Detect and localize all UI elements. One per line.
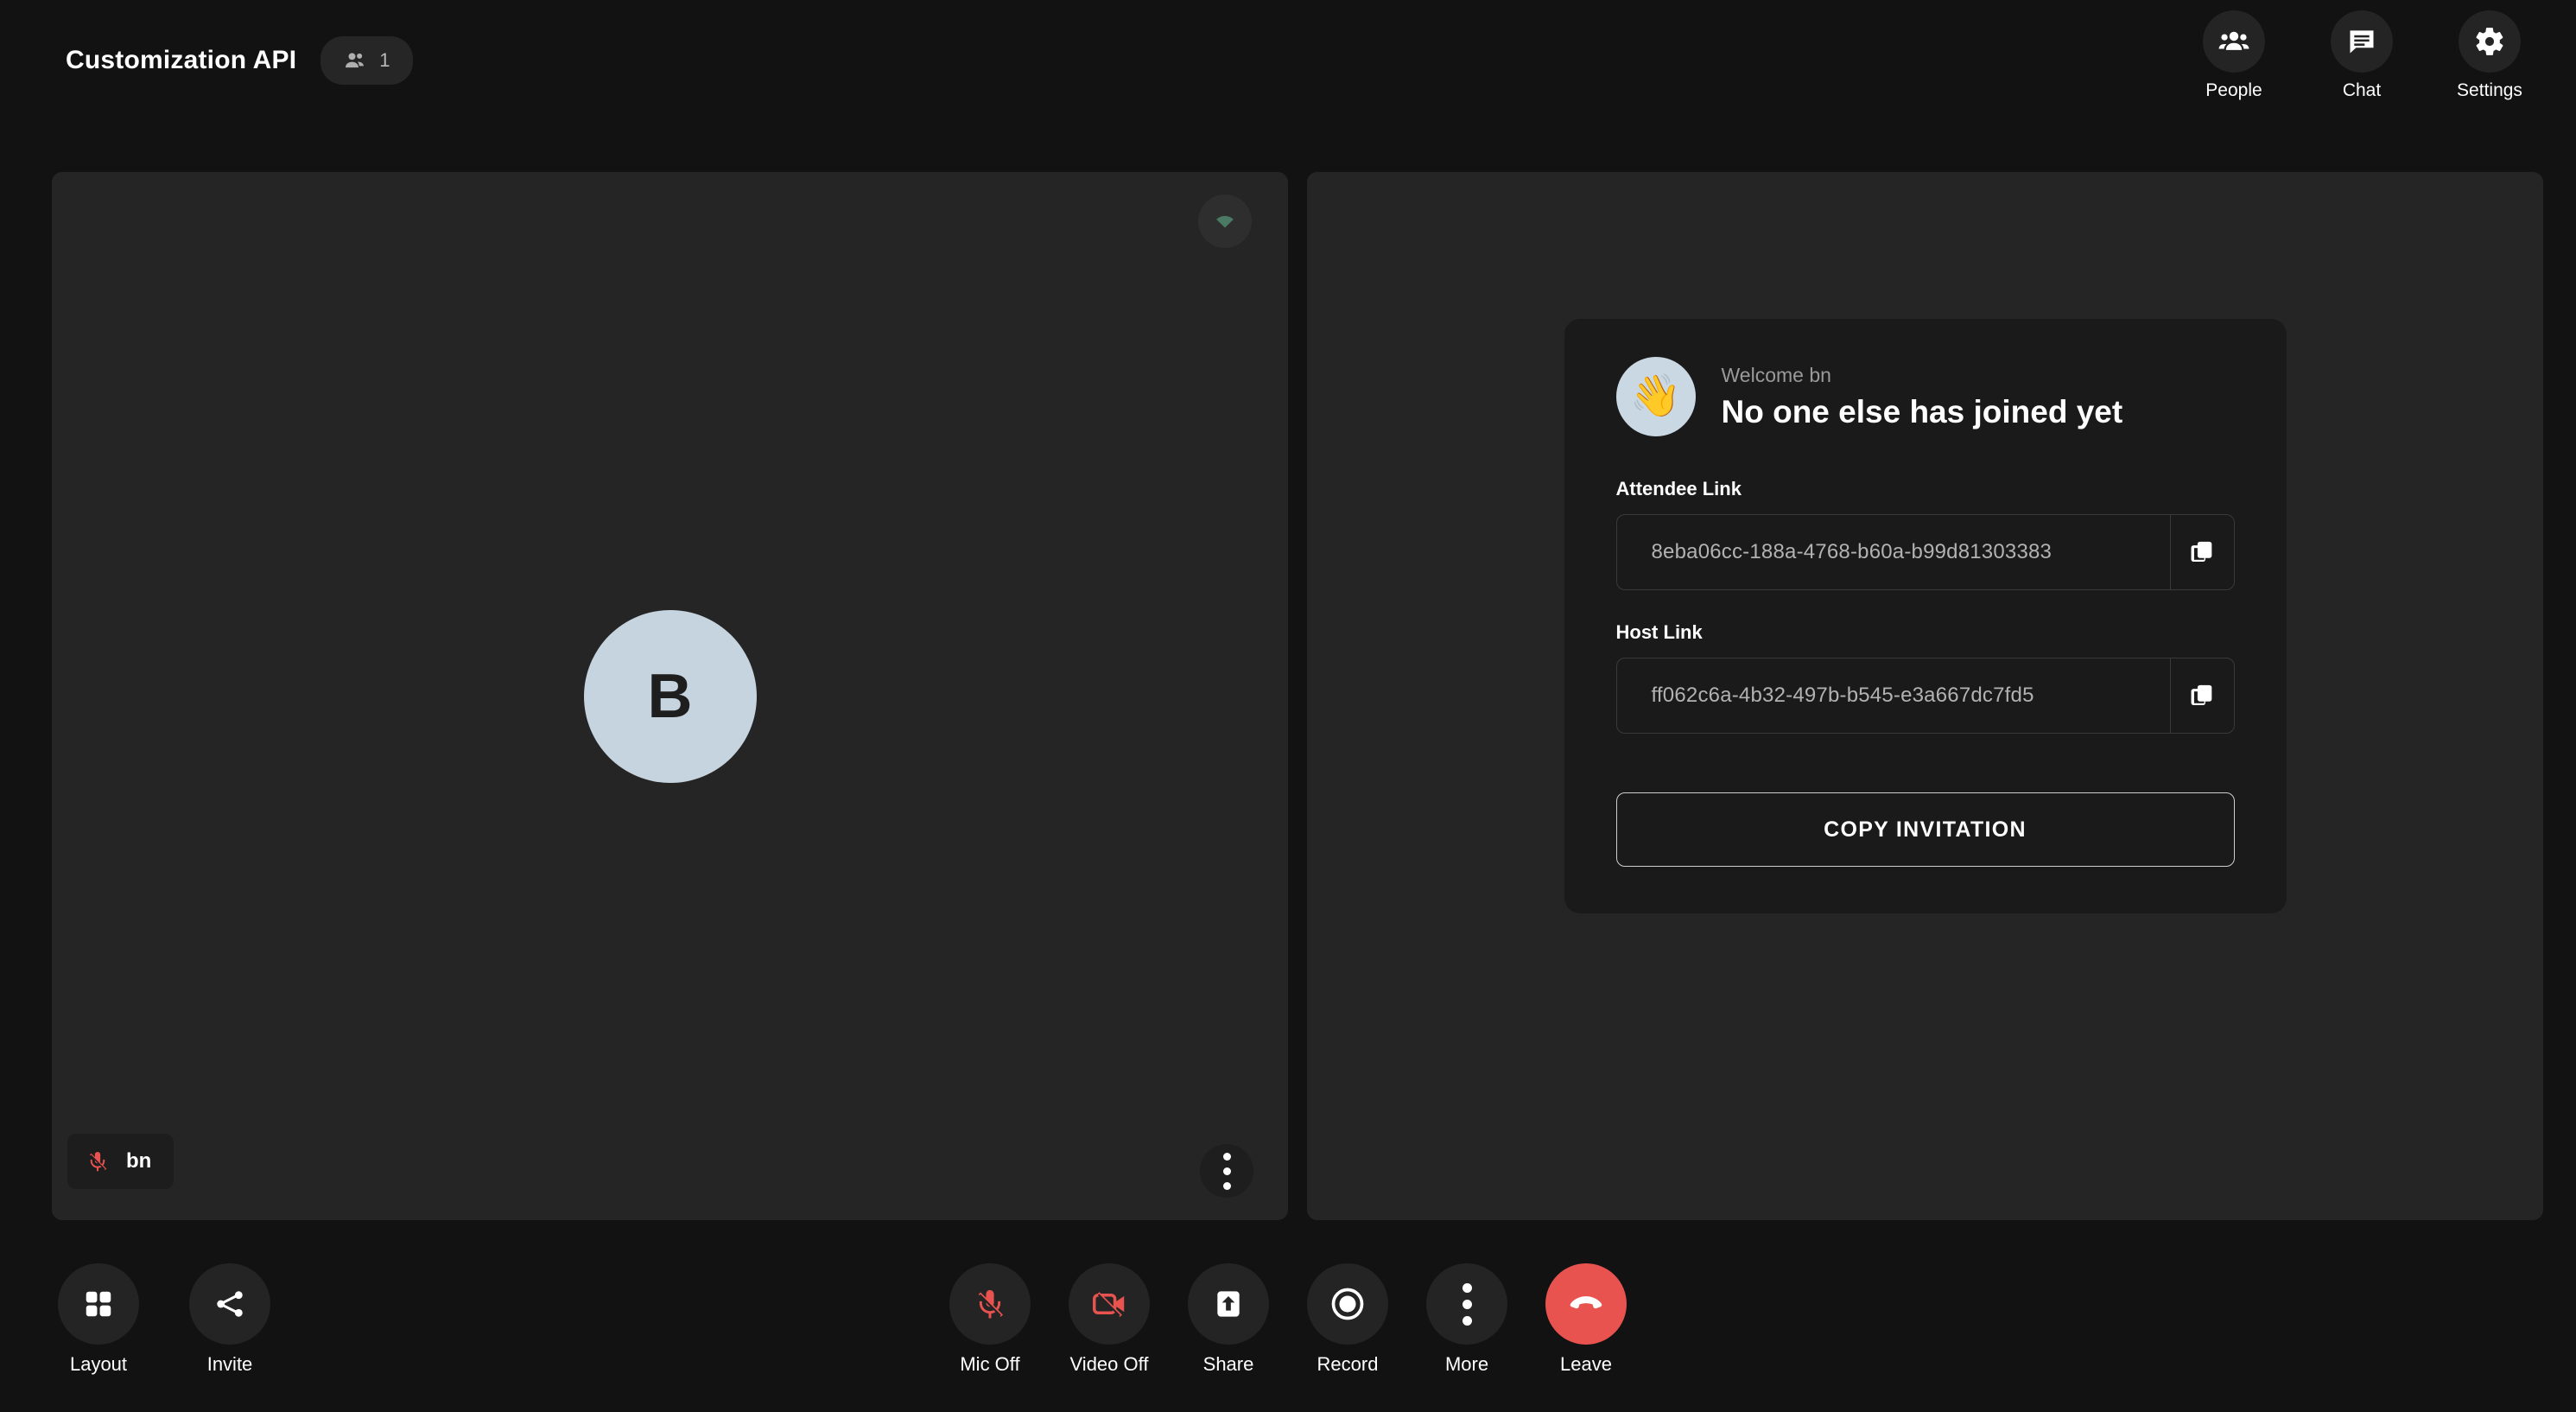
people-group-icon: [2218, 31, 2249, 50]
video-off-icon: [1093, 1292, 1125, 1318]
more-options-label: More: [1444, 1353, 1489, 1375]
participants-count-pill[interactable]: 1: [320, 36, 413, 85]
chat-bubble-icon: [2350, 30, 2374, 54]
copy-attendee-link-button[interactable]: [2169, 515, 2234, 589]
more-options-circle: [1426, 1263, 1507, 1345]
top-bar: Customization API 1 People Chat Settings: [0, 0, 2576, 138]
copy-invitation-button[interactable]: COPY INVITATION: [1615, 792, 2235, 867]
welcome-text-group: Welcome bn No one else has joined yet: [1722, 364, 2123, 430]
invite-button[interactable]: Invite: [185, 1263, 275, 1374]
tile-more-button[interactable]: [1200, 1144, 1253, 1198]
participant-name: bn: [126, 1149, 152, 1173]
chat-button-label: Chat: [2342, 80, 2382, 100]
invite-card: 👋 Welcome bn No one else has joined yet …: [1564, 319, 2287, 913]
invite-button-label: Invite: [206, 1353, 253, 1375]
chat-button-circle: [2331, 10, 2393, 73]
page-title: Customization API: [66, 46, 297, 74]
brand-group: Customization API 1: [66, 36, 413, 85]
invite-button-circle: [189, 1263, 270, 1345]
more-vertical-icon: [1222, 1152, 1231, 1190]
record-button[interactable]: Record: [1303, 1263, 1393, 1374]
record-button-circle: [1307, 1263, 1388, 1345]
people-button[interactable]: People: [2194, 10, 2274, 99]
wave-emoji-avatar: 👋: [1615, 357, 1696, 436]
attendee-link-label: Attendee Link: [1615, 478, 1742, 499]
gear-icon: [2476, 28, 2503, 55]
share-screen-circle: [1188, 1263, 1269, 1345]
mic-toggle-label: Mic Off: [960, 1353, 1020, 1375]
host-link-value: ff062c6a-4b32-497b-b545-e3a667dc7fd5: [1651, 684, 2034, 707]
host-link-field[interactable]: ff062c6a-4b32-497b-b545-e3a667dc7fd5: [1615, 658, 2235, 734]
video-toggle-circle: [1069, 1263, 1150, 1345]
more-vertical-icon: [1462, 1282, 1472, 1326]
mic-toggle-circle: [949, 1263, 1031, 1345]
hangup-phone-icon: [1570, 1296, 1602, 1309]
screen-share-icon: [1217, 1291, 1240, 1317]
layout-button[interactable]: Layout: [54, 1263, 143, 1374]
layout-button-circle: [58, 1263, 139, 1345]
bottom-center-controls: Mic Off Video Off Share Record More Leav…: [945, 1263, 1631, 1374]
record-button-label: Record: [1317, 1353, 1379, 1375]
video-tile[interactable]: B bn: [52, 172, 1288, 1220]
people-button-label: People: [2205, 80, 2262, 100]
copy-host-link-button[interactable]: [2169, 658, 2234, 733]
video-toggle-label: Video Off: [1069, 1353, 1149, 1375]
bottom-left-controls: Layout Invite: [54, 1263, 275, 1374]
leave-call-button[interactable]: Leave: [1541, 1263, 1631, 1374]
record-icon: [1331, 1288, 1364, 1320]
settings-button-circle: [2459, 10, 2521, 73]
mic-off-icon: [89, 1152, 107, 1172]
stage: B bn 👋 Welcome bn No one else has joined…: [52, 172, 2543, 1220]
layout-button-label: Layout: [69, 1353, 128, 1375]
grid-layout-icon: [86, 1291, 111, 1317]
people-icon: [346, 53, 365, 68]
attendee-link-value: 8eba06cc-188a-4768-b60a-b99d81303383: [1651, 540, 2053, 563]
share-screen-button[interactable]: Share: [1183, 1263, 1273, 1374]
avatar: B: [583, 609, 757, 783]
chat-button[interactable]: Chat: [2322, 10, 2402, 99]
leave-call-label: Leave: [1560, 1353, 1612, 1375]
people-button-circle: [2203, 10, 2265, 73]
share-icon: [217, 1291, 243, 1317]
attendee-link-field[interactable]: 8eba06cc-188a-4768-b60a-b99d81303383: [1615, 514, 2235, 590]
bottom-toolbar: Layout Invite Mic Off Video Off Share Re…: [0, 1244, 2576, 1412]
network-quality-badge: [1198, 194, 1252, 248]
host-link-label: Host Link: [1615, 621, 1703, 643]
info-panel: 👋 Welcome bn No one else has joined yet …: [1307, 172, 2543, 1220]
leave-call-circle: [1545, 1263, 1627, 1345]
video-conference-app: Customization API 1 People Chat Settings…: [0, 0, 2576, 1412]
share-screen-label: Share: [1202, 1353, 1254, 1375]
settings-button-label: Settings: [2457, 80, 2522, 100]
participant-name-badge: bn: [67, 1134, 174, 1189]
participants-count: 1: [379, 49, 390, 71]
more-options-button[interactable]: More: [1422, 1263, 1512, 1374]
settings-button[interactable]: Settings: [2450, 10, 2529, 99]
copy-icon: [2191, 541, 2212, 563]
mic-off-icon: [978, 1289, 1004, 1319]
mic-toggle-button[interactable]: Mic Off: [945, 1263, 1035, 1374]
video-toggle-button[interactable]: Video Off: [1064, 1263, 1154, 1374]
top-actions: People Chat Settings: [2194, 10, 2529, 99]
wifi-signal-icon: [1216, 215, 1234, 228]
welcome-row: 👋 Welcome bn No one else has joined yet: [1615, 357, 2235, 436]
copy-icon: [2191, 684, 2212, 706]
welcome-heading: No one else has joined yet: [1721, 393, 2123, 429]
welcome-subtitle: Welcome bn: [1721, 363, 1831, 386]
